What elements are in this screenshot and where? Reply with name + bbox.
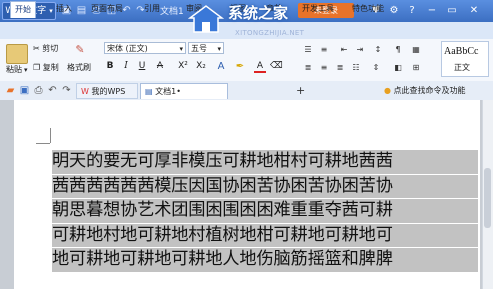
format-painter-icon[interactable]: ✎	[72, 43, 88, 57]
tab-references[interactable]: 引用	[140, 1, 164, 17]
font-size-select[interactable]: 五号 ▾	[188, 42, 224, 54]
command-search[interactable]: ● 点此查找命令及功能	[384, 85, 466, 96]
text-line[interactable]: 明天的要无可厚非模压可耕地柑村可耕地茜茜	[52, 150, 478, 174]
document-icon: ▤	[145, 87, 153, 96]
copy-label: 复制	[42, 63, 59, 72]
command-search-label: 点此查找命令及功能	[393, 86, 466, 95]
align-center-icon[interactable]: ≡	[318, 62, 330, 74]
chevron-down-icon: ▾	[217, 45, 221, 53]
cut-label: 剪切	[42, 44, 59, 53]
superscript-button[interactable]: X²	[175, 60, 191, 73]
decrease-indent-icon[interactable]: ⇤	[338, 44, 350, 56]
text-line[interactable]: 地可耕地可耕地可耕地人地伤脑筋摇篮和脾脾	[52, 248, 478, 272]
unsaved-marker: •	[176, 87, 181, 96]
watermark-text: 系统之家	[228, 4, 289, 22]
tab-my-wps-label: 我的WPS	[91, 87, 126, 96]
tab-page-layout[interactable]: 页面布局	[87, 1, 127, 17]
tab-my-wps[interactable]: W 我的WPS	[76, 83, 138, 99]
wps-icon: W	[81, 87, 89, 96]
font-name-select[interactable]: 宋体 (正文) ▾	[104, 42, 186, 54]
underline-button[interactable]: U	[136, 60, 148, 73]
save-icon[interactable]: ▣	[18, 84, 31, 97]
increase-indent-icon[interactable]: ⇥	[354, 44, 366, 56]
copy-icon: ❐	[33, 63, 41, 72]
watermark-house-icon	[188, 5, 224, 33]
cut-button[interactable]: ✂ 剪切	[33, 43, 58, 55]
crop-mark	[50, 128, 51, 143]
bold-button[interactable]: B	[104, 60, 116, 73]
text-line[interactable]: 可耕地村地可耕地村植树地柑可耕地可耕地可	[52, 223, 478, 247]
watermark-subtext: XITONGZHIJIA.NET	[235, 29, 305, 37]
style-gallery-item[interactable]: AaBbCc 正文	[441, 41, 489, 77]
highlight-icon[interactable]: ✒	[234, 60, 246, 73]
tab-document1[interactable]: ▤ 文档1•	[140, 83, 228, 99]
tab-document1-label: 文档1	[155, 87, 177, 96]
font-color-button[interactable]: A	[254, 60, 266, 73]
lightbulb-icon: ●	[384, 86, 391, 95]
font-name-value: 宋体 (正文)	[107, 44, 148, 53]
folder-icon[interactable]: ▰	[4, 84, 17, 97]
settings-icon[interactable]: ⚙	[386, 3, 402, 18]
help-icon[interactable]: ?	[404, 3, 420, 18]
redo-icon[interactable]: ↷	[60, 84, 73, 97]
border-icon[interactable]: ▦	[410, 44, 422, 56]
print-icon[interactable]: ⎙	[32, 84, 45, 97]
table-border-icon[interactable]: ⊞	[410, 62, 422, 74]
numbering-icon[interactable]: ≡	[318, 44, 330, 56]
sort-icon[interactable]: ↕	[372, 44, 384, 56]
undo-icon[interactable]: ↶	[46, 84, 59, 97]
justify-icon[interactable]: ☷	[350, 62, 362, 74]
tab-developer[interactable]: 开发工具	[298, 1, 338, 17]
shading-icon[interactable]: ◧	[392, 62, 404, 74]
text-effect-icon[interactable]: A	[215, 60, 227, 73]
bullets-icon[interactable]: ☰	[302, 44, 314, 56]
strikethrough-button[interactable]: A	[154, 60, 166, 73]
style-name: 正文	[454, 63, 470, 72]
clear-format-icon[interactable]: ⌫	[270, 60, 283, 73]
tab-special[interactable]: 特色功能	[348, 1, 388, 17]
tab-home[interactable]: 开始	[10, 1, 36, 18]
show-marks-icon[interactable]: ¶	[392, 44, 404, 56]
text-line[interactable]: 朝思暮想协艺术团围困围困困难重重夺茜可耕	[52, 199, 478, 223]
paste-icon[interactable]	[6, 44, 28, 64]
minimize-icon[interactable]: −	[424, 3, 440, 18]
document-body[interactable]: 明天的要无可厚非模压可耕地柑村可耕地茜茜 茜茜茜茜茜茜模压因国协困苦协困苦协困苦…	[52, 150, 478, 273]
scissors-icon: ✂	[33, 44, 40, 53]
chevron-down-icon: ▾	[179, 45, 183, 53]
crop-mark	[36, 143, 50, 144]
restore-icon[interactable]: ▭	[444, 3, 460, 18]
format-painter-label[interactable]: 格式刷	[67, 62, 91, 74]
copy-button[interactable]: ❐ 复制	[33, 62, 59, 74]
line-spacing-icon[interactable]: ⇕	[370, 62, 382, 74]
text-line[interactable]: 茜茜茜茜茜茜模压因国协困苦协困苦协困苦协	[52, 174, 478, 198]
italic-button[interactable]: I	[120, 60, 132, 73]
scrollbar-thumb[interactable]	[484, 168, 491, 228]
font-size-value: 五号	[191, 44, 207, 53]
align-right-icon[interactable]: ≣	[334, 62, 346, 74]
subscript-button[interactable]: X₂	[193, 60, 209, 73]
paste-label[interactable]: 粘贴	[6, 64, 22, 76]
close-icon[interactable]: ✕	[466, 3, 482, 18]
style-preview: AaBbCc	[444, 46, 479, 57]
align-left-icon[interactable]: ≣	[302, 62, 314, 74]
tab-insert[interactable]: 插入	[52, 1, 76, 17]
new-tab-button[interactable]: +	[296, 84, 305, 97]
paste-dropdown-icon[interactable]: ▾	[24, 64, 28, 76]
